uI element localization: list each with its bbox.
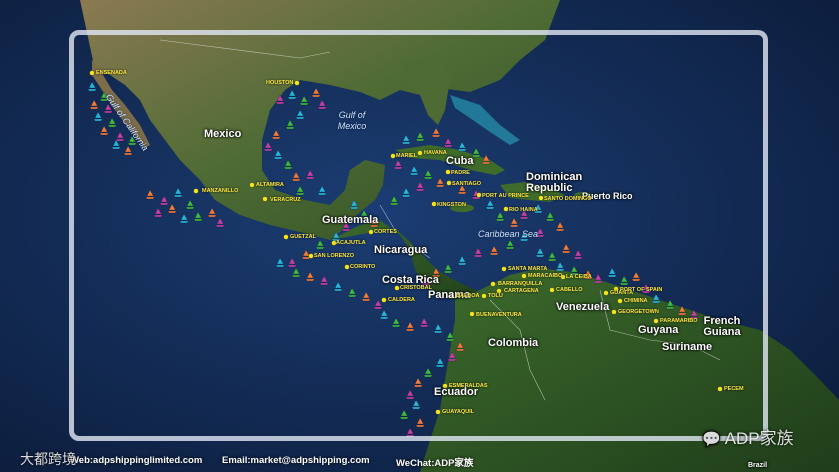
water-label: Caribbean Sea [478,229,539,239]
port-label: ALTAMIRA [256,182,284,188]
country-label: Brazil [748,462,768,469]
footer-wechat[interactable]: WeChat:ADP家族 [396,455,473,469]
port-label: GUAYAQUIL [442,409,474,415]
country-label: Venezuela [556,301,610,313]
port-label: BARRANQUILLA [498,281,543,287]
country-label: Dominican Republic [526,171,583,194]
port-label: MANZANILLO [202,188,239,194]
port-label: SANTO DOMINGO [544,196,592,202]
port-label: CORTES [374,229,397,235]
footer-email[interactable]: Email:market@adpshipping.com [222,455,370,466]
port-label: CHIMINA [624,298,648,304]
port-label: BUENAVENTURA [476,312,522,318]
port-label: MARIEL [396,153,418,159]
port-label: RIO HAINA [509,207,538,213]
port-label: CABELLO [556,287,583,293]
port-label: PORT AU PRINCE [482,193,529,199]
water-label: Gulf of Mexico [337,110,367,131]
port-label: VERACRUZ [270,197,301,203]
port-label: CRISTOBAL [400,285,432,291]
port-label: PARAMARIBO [660,318,698,324]
country-label: Guatemala [322,214,379,226]
port-label: CORINTO [350,264,376,270]
country-label: French Guiana [703,315,741,338]
port-label: HAVANA [424,150,447,156]
country-label: Cuba [446,155,474,167]
port-label: ESMERALDAS [449,383,488,389]
port-label: GEORGETOWN [618,309,659,315]
port-label: GUETZAL [290,234,316,240]
country-label: Colombia [488,337,539,349]
country-label: Nicaragua [374,244,428,256]
country-label: Mexico [204,128,242,140]
watermark-brand-text: ADP家族 [724,429,794,448]
port-label: PECEM [724,386,744,392]
country-label: Suriname [662,341,713,353]
port-label: BALBOA [456,293,480,299]
wechat-icon: 💬 [702,431,721,448]
port-label: ACAJUTLA [336,240,366,246]
port-label: PORT OF SPAIN [620,287,663,293]
watermark-left: 大都跨境 [20,451,76,467]
port-label: SANTIAGO [452,181,482,187]
port-label: CALDERA [388,297,415,303]
watermark-brand: 💬 ADP家族 [702,424,794,449]
port-label: TOLU [488,293,503,299]
country-label: Guyana [638,324,679,336]
port-label: LA CEIBA [566,274,592,280]
port-label: SAN LORENZO [314,253,355,259]
highlight-frame [69,30,768,441]
port-label: SANTA MARTA [508,266,548,272]
port-label: ENSENADA [96,70,127,76]
footer-website[interactable]: Web:adpshippinglimited.com [70,455,202,466]
port-label: CARTAGENA [504,288,539,294]
port-label: KINGSTON [437,202,466,208]
port-label: PADRE [451,170,470,176]
port-label: HOUSTON [266,80,294,86]
port-label: MARACAIBO [528,273,563,279]
